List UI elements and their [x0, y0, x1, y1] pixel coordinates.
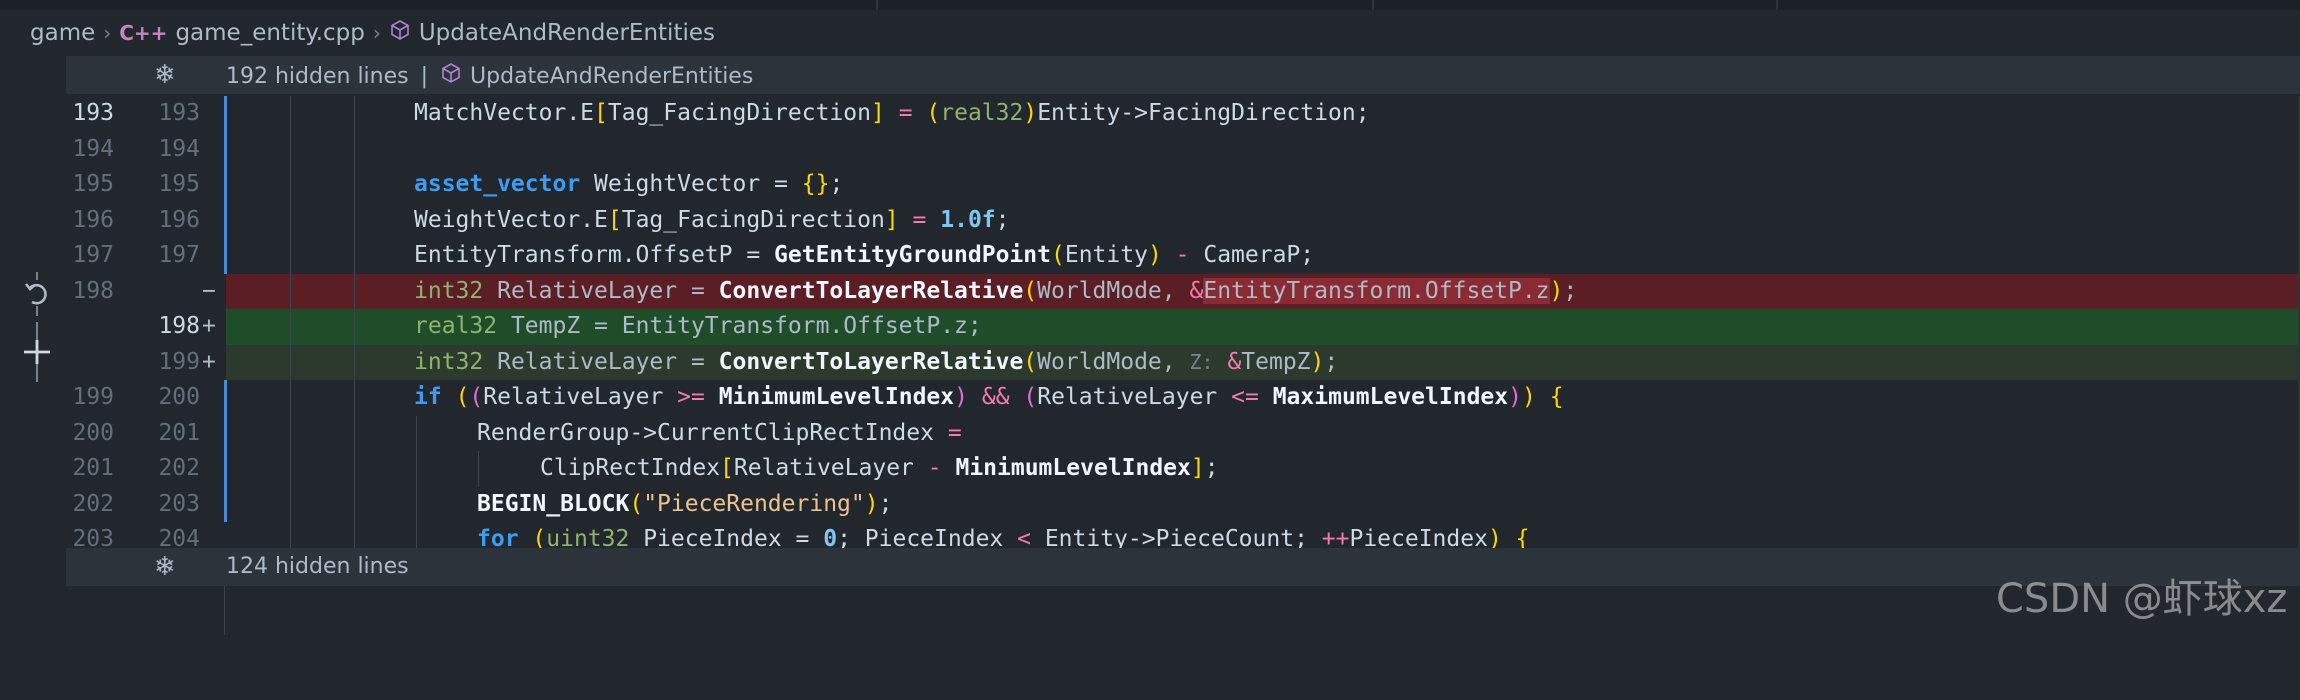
new-line-number: 202 — [158, 455, 200, 481]
code-text: EntityTransform.OffsetP = GetEntityGroun… — [414, 242, 1315, 268]
hidden-lines-bar-bottom[interactable]: ❄ 124 hidden lines — [66, 548, 2300, 586]
breadcrumb-symbol[interactable]: UpdateAndRenderEntities — [419, 20, 715, 46]
tab-divider — [1776, 0, 1778, 10]
chevron-right-icon: › — [372, 21, 381, 45]
new-line-number: 199 — [158, 348, 200, 375]
modified-indicator — [224, 451, 227, 487]
tab-divider — [1372, 0, 1374, 10]
symbol-method-icon — [440, 62, 462, 90]
modified-indicator — [224, 202, 227, 238]
code-text: WeightVector.E[Tag_FacingDirection] = 1.… — [414, 206, 1010, 233]
old-line-number: 198 — [72, 277, 114, 304]
chevron-right-icon: › — [103, 21, 112, 45]
old-line-number: 193 — [72, 100, 114, 126]
cpp-file-icon: C++ — [119, 21, 168, 45]
param-hint: Z: — [1189, 349, 1214, 374]
old-line-number: 200 — [72, 419, 114, 446]
added-marker: + — [202, 348, 216, 375]
code-text: asset_vector WeightVector = {}; — [414, 171, 844, 197]
new-line-number: 203 — [158, 490, 200, 517]
modified-indicator — [224, 96, 227, 132]
old-line-number: 197 — [72, 242, 114, 268]
modified-indicator — [224, 380, 227, 416]
code-line[interactable]: 200 201 RenderGroup->CurrentClipRectIndex… — [66, 415, 2300, 451]
modified-indicator — [224, 131, 227, 167]
code-text: ClipRectIndex[RelativeLayer - MinimumLev… — [540, 455, 1219, 481]
new-line-number: 196 — [158, 206, 200, 233]
code-text: MatchVector.E[Tag_FacingDirection] = (re… — [414, 100, 1370, 126]
hidden-lines-bar-top[interactable]: ❄ 192 hidden lines | UpdateAndRenderEnti… — [66, 56, 2300, 94]
deleted-line[interactable]: 198 − int32 RelativeLayer = ConvertToLaye… — [66, 273, 2300, 309]
code-line[interactable]: 195 195 asset_vector WeightVector = {}; — [66, 167, 2300, 203]
code-text: if ((RelativeLayer >= MinimumLevelIndex)… — [414, 384, 1564, 410]
new-line-number: 201 — [158, 419, 200, 446]
old-line-number: 196 — [72, 206, 114, 233]
diff-editor[interactable]: 193 193 MatchVector.E[Tag_FacingDirection… — [66, 96, 2300, 558]
breadcrumb-folder[interactable]: game — [30, 20, 95, 46]
code-line[interactable]: 193 193 MatchVector.E[Tag_FacingDirection… — [66, 96, 2300, 132]
added-line[interactable]: 199 + int32 RelativeLayer = ConvertToLaye… — [66, 344, 2300, 380]
code-text: int32 RelativeLayer = ConvertToLayerRela… — [414, 277, 1578, 304]
old-line-number: 199 — [72, 384, 114, 410]
new-line-number: 197 — [158, 242, 200, 268]
hidden-lines-count[interactable]: 192 hidden lines — [226, 64, 409, 89]
code-text: RenderGroup->CurrentClipRectIndex = — [477, 419, 962, 446]
added-line[interactable]: 198 + real32 TempZ = EntityTransform.Offs… — [66, 309, 2300, 345]
modified-indicator — [224, 415, 227, 451]
hidden-lines-symbol[interactable]: UpdateAndRenderEntities — [470, 64, 753, 89]
modified-indicator — [224, 486, 227, 522]
code-line[interactable]: 194 194 — [66, 131, 2300, 167]
old-line-number: 194 — [72, 135, 114, 162]
code-line[interactable]: 202 203 BEGIN_BLOCK("PieceRendering"); — [66, 486, 2300, 522]
diff-gutter — [0, 56, 66, 635]
added-marker: + — [202, 313, 216, 339]
symbol-method-icon — [389, 19, 411, 47]
new-line-number: 198 — [158, 313, 200, 339]
code-text: BEGIN_BLOCK("PieceRendering"); — [477, 490, 893, 517]
unfold-icon[interactable]: ❄ — [154, 60, 176, 90]
modified-indicator — [224, 167, 227, 203]
breadcrumb-file[interactable]: game_entity.cpp — [175, 20, 364, 46]
tab-bar-strip — [0, 0, 2300, 10]
hidden-lines-count[interactable]: 124 hidden lines — [226, 554, 409, 579]
new-line-number: 193 — [158, 100, 200, 126]
breadcrumb: game › C++ game_entity.cpp › UpdateAndRe… — [0, 10, 2300, 56]
unfold-icon[interactable]: ❄ — [154, 552, 176, 582]
separator: | — [420, 63, 429, 89]
editor-footer-space — [0, 586, 2300, 635]
old-line-number: 202 — [72, 490, 114, 517]
code-text: real32 TempZ = EntityTransform.OffsetP.z… — [414, 313, 982, 339]
old-line-number: 201 — [72, 455, 114, 481]
new-line-number: 195 — [158, 171, 200, 197]
tab-divider — [876, 0, 878, 10]
modified-indicator — [224, 238, 227, 274]
new-line-number: 200 — [158, 384, 200, 410]
code-line[interactable]: 199 200 if ((RelativeLayer >= MinimumLeve… — [66, 380, 2300, 416]
old-line-number: 195 — [72, 171, 114, 197]
deleted-marker: − — [202, 277, 216, 304]
code-line[interactable]: 196 196 WeightVector.E[Tag_FacingDirectio… — [66, 202, 2300, 238]
code-line[interactable]: 197 197 EntityTransform.OffsetP = GetEnti… — [66, 238, 2300, 274]
add-icon[interactable] — [20, 322, 54, 391]
revert-icon[interactable] — [20, 272, 54, 325]
code-line[interactable]: 201 202 ClipRectIndex[RelativeLayer - Min… — [66, 451, 2300, 487]
watermark: CSDN @虾球xz — [1996, 576, 2288, 622]
new-line-number: 194 — [158, 135, 200, 162]
code-text: int32 RelativeLayer = ConvertToLayerRela… — [414, 348, 1339, 375]
